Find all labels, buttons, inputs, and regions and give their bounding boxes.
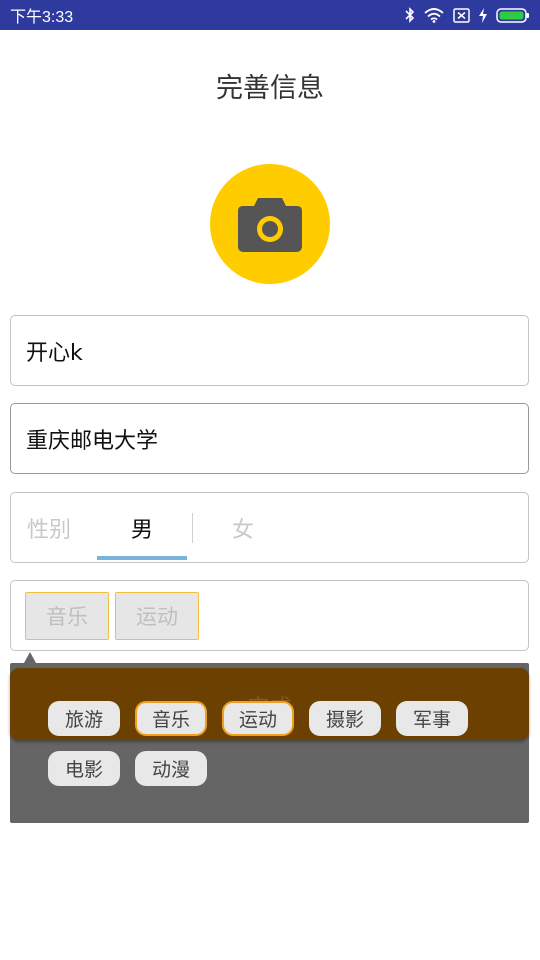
hobby-popup: 完成 旅游 音乐 运动 摄影 军事 电影 动漫 [10,663,529,823]
nickname-field[interactable]: 开心k [10,315,529,386]
status-icons [405,7,530,23]
gender-male-option[interactable]: 男 [97,493,187,562]
hobby-tag[interactable]: 运动 [222,701,294,736]
gender-label: 性别 [27,517,72,543]
camera-icon [238,198,302,252]
gender-selector: 性别 男 女 [10,492,529,563]
sim-icon [453,7,470,23]
status-bar: 下午3:33 [0,0,540,30]
selected-hobby-tag[interactable]: 运动 [115,592,199,640]
gender-selected-indicator [97,556,187,560]
hobby-tag[interactable]: 动漫 [135,751,207,786]
hobby-tag[interactable]: 电影 [48,751,120,786]
popup-pointer [24,652,36,663]
selected-hobby-tag[interactable]: 音乐 [25,592,109,640]
page-title: 完善信息 [216,73,324,104]
gender-divider [192,513,193,543]
gender-female-option[interactable]: 女 [199,493,287,562]
wifi-icon [424,7,444,23]
hobby-tag[interactable]: 音乐 [135,701,207,736]
avatar-upload-button[interactable] [210,164,330,284]
nickname-value: 开心k [26,340,83,366]
bluetooth-icon [405,7,415,23]
hobby-tag[interactable]: 旅游 [48,701,120,736]
school-value: 重庆邮电大学 [26,428,159,454]
status-time: 下午3:33 [10,9,74,26]
hobby-field[interactable]: 音乐 运动 [10,580,529,651]
hobby-tag[interactable]: 军事 [396,701,468,736]
hobby-tag[interactable]: 摄影 [309,701,381,736]
battery-icon [496,7,529,23]
charging-icon [479,7,487,23]
school-field[interactable]: 重庆邮电大学 [10,403,529,474]
